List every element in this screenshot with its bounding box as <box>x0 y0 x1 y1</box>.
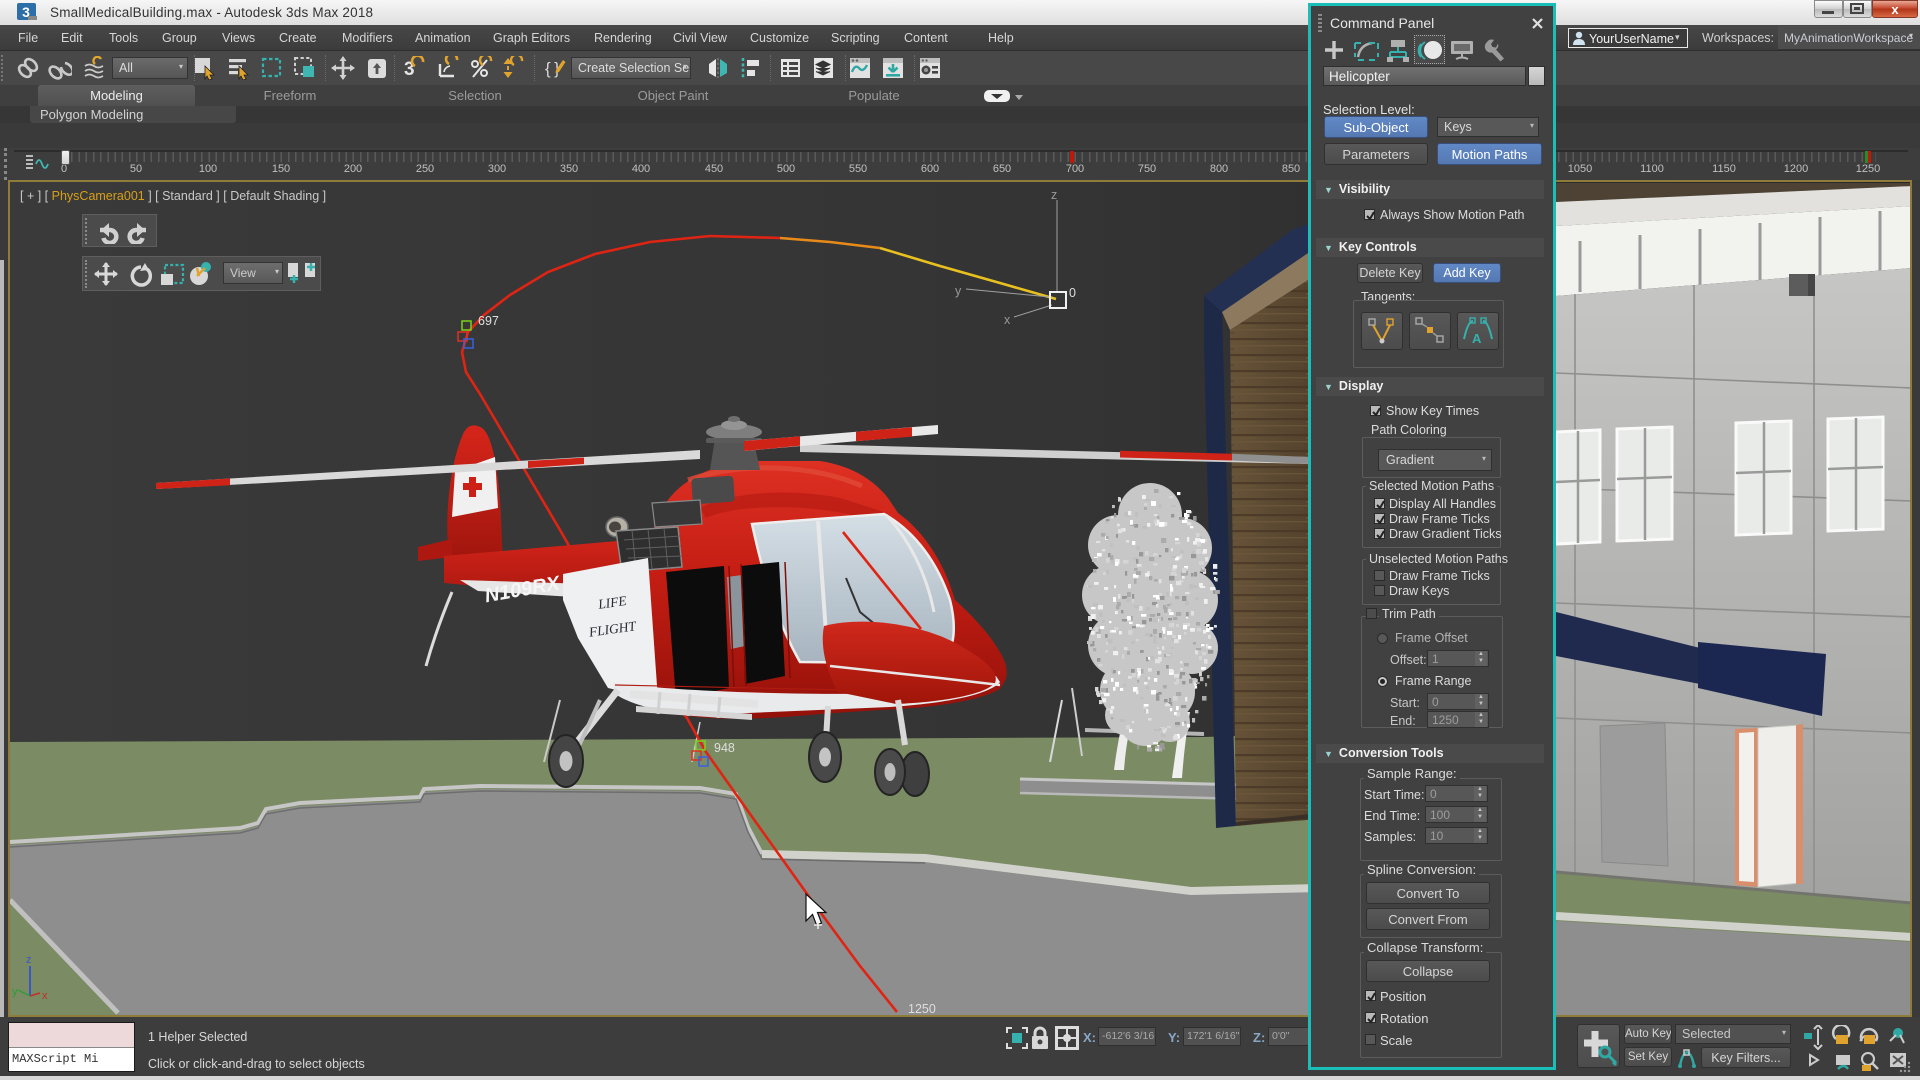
svg-text:x: x <box>42 990 48 1002</box>
svg-text:948: 948 <box>714 741 735 755</box>
svg-text:0: 0 <box>1069 286 1076 300</box>
svg-text:697: 697 <box>478 314 499 328</box>
svg-text:A: A <box>1472 331 1482 346</box>
svg-text:y: y <box>12 986 18 998</box>
svg-text:z: z <box>26 954 32 966</box>
svg-text:y: y <box>955 284 962 298</box>
svg-text:x: x <box>1004 313 1011 327</box>
svg-text:1250: 1250 <box>908 1002 936 1015</box>
svg-text:x: x <box>1891 2 1899 17</box>
svg-text:z: z <box>1051 188 1057 202</box>
